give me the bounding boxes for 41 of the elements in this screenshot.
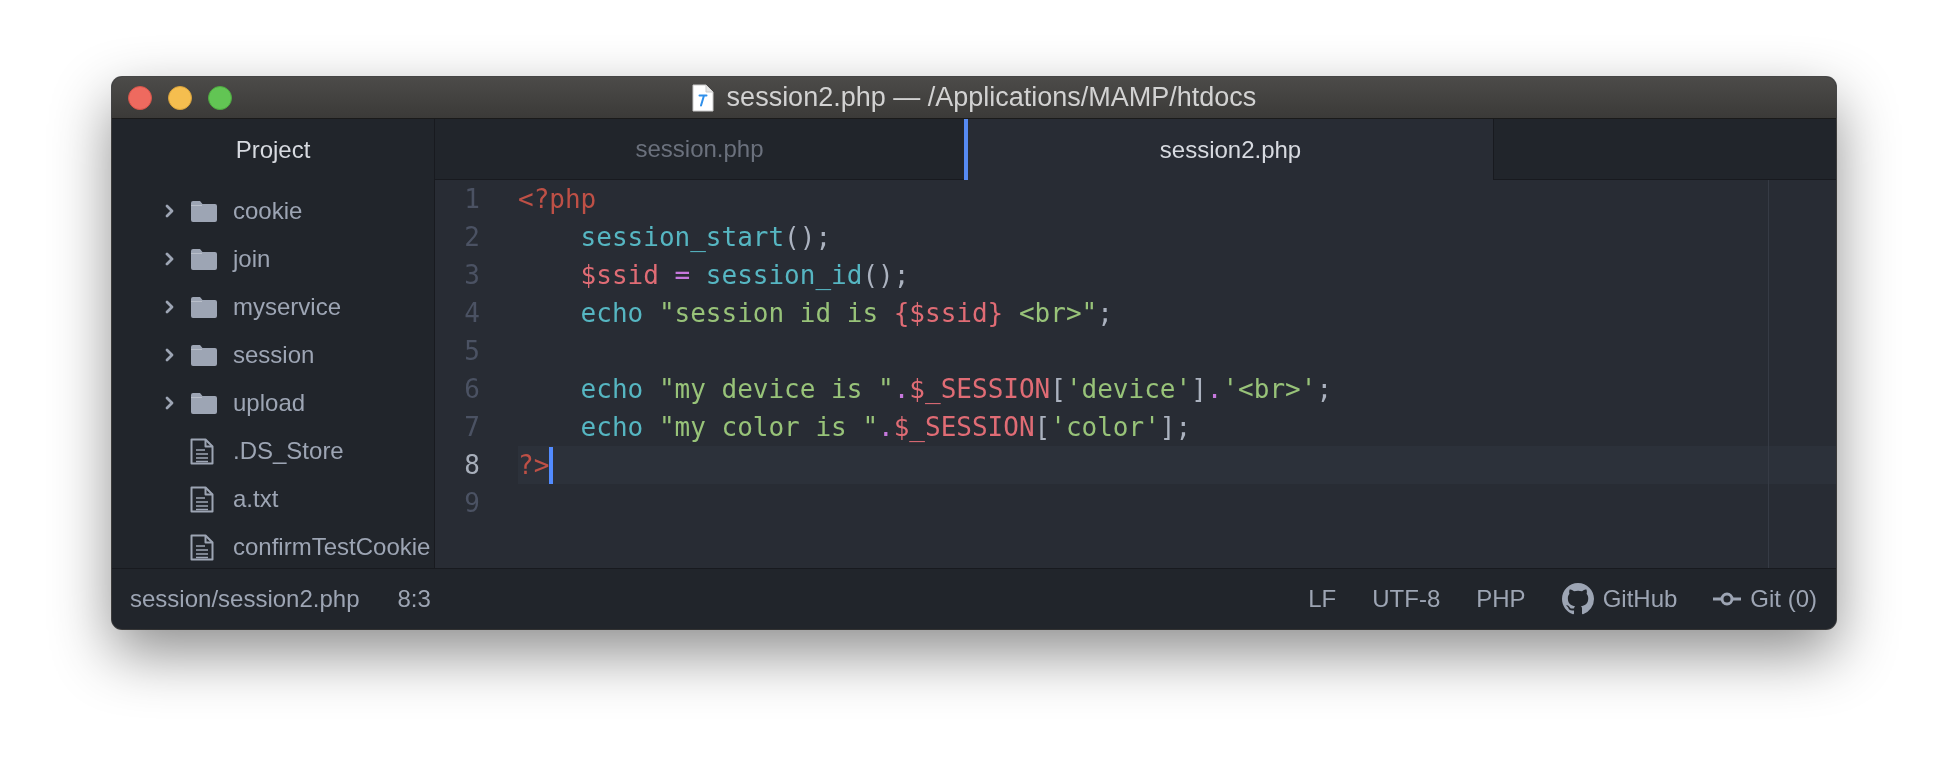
file-path-button[interactable]: session/session2.php — [130, 587, 360, 611]
encoding-button[interactable]: UTF-8 — [1372, 587, 1441, 611]
folder-item[interactable]: myservice — [165, 291, 341, 323]
file-icon — [190, 485, 214, 513]
code-line: ?> — [518, 449, 550, 481]
github-button[interactable]: GitHub — [1561, 583, 1678, 615]
code-line: echo "my color is ".$_SESSION['color']; — [580, 411, 1192, 443]
text-cursor — [549, 446, 554, 484]
file-icon — [190, 533, 214, 561]
grammar-button[interactable]: PHP — [1476, 587, 1526, 611]
tab[interactable]: session.php — [435, 119, 964, 180]
close-button[interactable] — [128, 85, 152, 110]
folder-item[interactable]: session — [165, 339, 315, 371]
minimize-button[interactable] — [168, 85, 192, 110]
folder-icon — [190, 247, 218, 271]
folder-icon — [190, 391, 218, 415]
file-item[interactable]: confirmTestCookie — [165, 531, 431, 563]
file-icon — [190, 437, 214, 465]
line-number: 8 — [464, 452, 480, 478]
code-line: <?php — [518, 183, 597, 215]
file-item[interactable]: a.txt — [165, 483, 279, 515]
maximize-button[interactable] — [208, 85, 232, 110]
document-icon — [691, 83, 714, 112]
cursor-position-button[interactable]: 8:3 — [397, 587, 431, 611]
github-icon — [1561, 583, 1594, 615]
code-line: session_start(); — [580, 221, 832, 253]
code-line: echo "session id is {$ssid} <br>"; — [580, 297, 1113, 329]
folder-icon — [190, 343, 218, 367]
window-title: session2.php — /Applications/MAMP/htdocs — [726, 84, 1257, 111]
folder-item[interactable]: cookie — [165, 195, 303, 227]
git-button[interactable]: Git (0) — [1713, 587, 1817, 611]
git-commit-icon — [1713, 592, 1742, 606]
folder-icon — [190, 295, 218, 319]
code-line: echo "my device is ".$_SESSION['device'].'<br>'; — [580, 373, 1333, 405]
code-line: $ssid = session_id(); — [580, 259, 910, 291]
panel-title: Project — [235, 137, 311, 162]
folder-item[interactable]: upload — [165, 387, 306, 419]
file-item[interactable]: .DS_Store — [165, 435, 344, 467]
folder-item[interactable]: join — [165, 243, 271, 275]
folder-icon — [190, 199, 218, 223]
line-ending-button[interactable]: LF — [1308, 587, 1337, 611]
